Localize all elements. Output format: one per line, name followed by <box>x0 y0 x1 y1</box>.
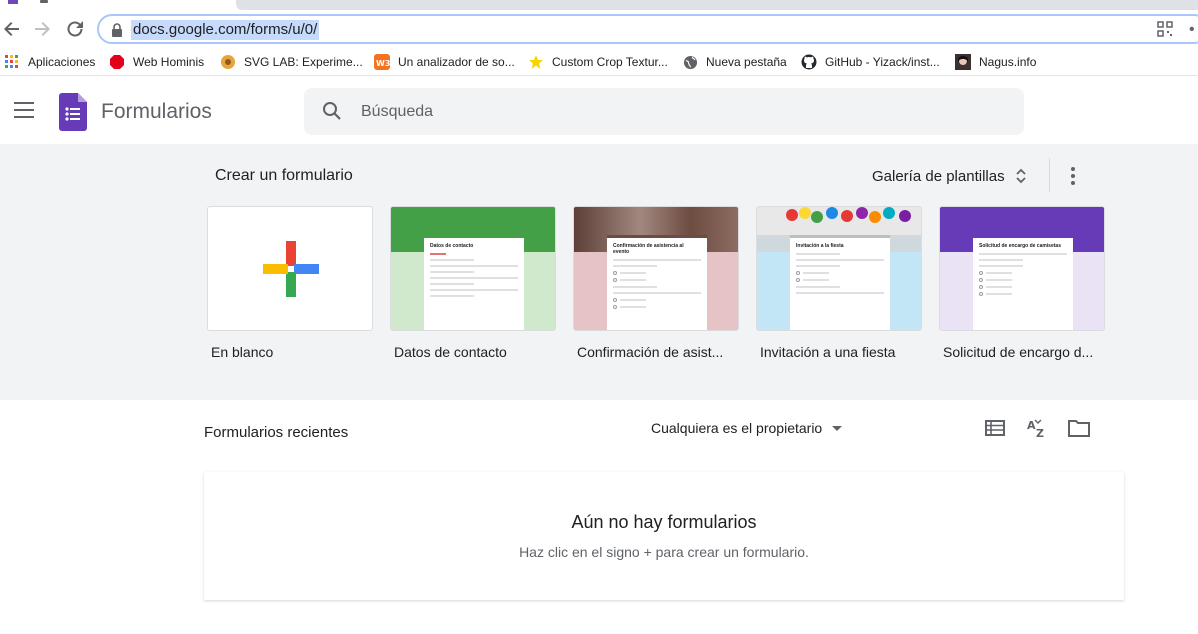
dropdown-caret-icon <box>832 425 843 431</box>
owner-filter-dropdown[interactable]: Cualquiera es el propietario <box>651 420 843 436</box>
bookmark-nueva-pestana[interactable]: Nueva pestaña <box>682 52 787 72</box>
template-solicitud-camisetas[interactable]: Solicitud de encargo de camisetas Solici… <box>939 206 1105 360</box>
inactive-tab-area[interactable] <box>236 0 1198 10</box>
expand-collapse-icon <box>1015 168 1026 184</box>
gallery-button-label: Galería de plantillas <box>872 167 1005 185</box>
qr-code-icon[interactable] <box>1157 21 1173 37</box>
svg-text:A: A <box>1027 419 1036 432</box>
owner-filter-label: Cualquiera es el propietario <box>651 420 823 436</box>
template-thumbnail[interactable]: Solicitud de encargo de camisetas <box>939 206 1105 331</box>
app-header: Formularios Búsqueda <box>0 80 1198 144</box>
back-button[interactable] <box>0 17 24 41</box>
bookmark-apps[interactable]: Aplicaciones <box>4 52 95 72</box>
forward-button[interactable] <box>30 17 54 41</box>
sunflower-icon <box>220 54 236 70</box>
tab-close-icon[interactable] <box>40 0 48 3</box>
empty-state-card: Aún no hay formularios Haz clic en el si… <box>204 472 1124 600</box>
bookmark-label: Aplicaciones <box>28 55 96 69</box>
recent-forms-title: Formularios recientes <box>204 424 349 441</box>
template-thumbnail[interactable]: Confirmación de asistencia al evento <box>573 206 739 331</box>
empty-state-subtitle: Haz clic en el signo + para crear un for… <box>519 544 809 560</box>
template-label: Datos de contacto <box>394 344 507 360</box>
star-yellow-icon <box>528 54 544 70</box>
apps-grid-icon <box>4 54 20 70</box>
bookmark-label: GitHub - Yizack/inst... <box>825 55 940 69</box>
forms-tab-favicon[interactable] <box>8 0 18 4</box>
gallery-divider <box>1049 158 1050 192</box>
svg-text:Z: Z <box>1036 427 1044 438</box>
main-menu-icon[interactable] <box>14 102 36 120</box>
forward-arrow-icon <box>35 22 50 36</box>
gallery-title: Crear un formulario <box>215 167 353 184</box>
bookmark-label: Un analizador de so... <box>398 55 515 69</box>
browser-menu-icon[interactable]: • <box>1189 21 1195 39</box>
sort-az-icon: AZ <box>1027 419 1044 438</box>
bookmark-svg-lab[interactable]: SVG LAB: Experime... <box>220 52 363 72</box>
bookmark-github[interactable]: GitHub - Yizack/inst... <box>801 52 940 72</box>
reload-icon <box>67 21 83 37</box>
globe-icon <box>682 54 698 70</box>
template-thumbnail[interactable] <box>207 206 373 331</box>
search-placeholder: Búsqueda <box>361 103 434 120</box>
template-gallery: Crear un formulario Galería de plantilla… <box>0 144 1198 400</box>
folder-icon <box>1068 420 1090 437</box>
list-view-button[interactable] <box>983 416 1007 440</box>
avatar-icon <box>955 54 971 70</box>
url-text[interactable]: docs.google.com/forms/u/0/ <box>131 20 320 40</box>
form-preview: Confirmación de asistencia al evento <box>607 235 707 330</box>
bookmark-label: Custom Crop Textur... <box>552 55 668 69</box>
bookmark-label: SVG LAB: Experime... <box>244 55 363 69</box>
template-gallery-button[interactable]: Galería de plantillas <box>872 167 1027 185</box>
svg-text:W3: W3 <box>376 59 390 68</box>
plus-icon <box>263 241 319 297</box>
w3-icon: W3 <box>374 54 390 70</box>
template-datos-contacto[interactable]: Datos de contacto Datos de contacto <box>390 206 556 360</box>
template-label: Solicitud de encargo d... <box>943 344 1094 360</box>
preview-title: Datos de contacto <box>430 243 474 249</box>
template-thumbnail[interactable]: Invitación a la fiesta <box>756 206 922 331</box>
more-options-icon[interactable] <box>1064 164 1082 188</box>
preview-title: Invitación a la fiesta <box>796 243 844 249</box>
github-icon <box>801 54 817 70</box>
form-preview: Datos de contacto <box>424 235 524 330</box>
template-invitacion-fiesta[interactable]: Invitación a la fiesta Invitación a una … <box>756 206 922 360</box>
search-input[interactable]: Búsqueda <box>304 88 1024 135</box>
template-label: Confirmación de asist... <box>577 344 724 360</box>
browser-toolbar: docs.google.com/forms/u/0/ • <box>0 10 1198 48</box>
bookmark-label: Nagus.info <box>979 55 1037 69</box>
sort-button[interactable]: AZ <box>1025 416 1049 440</box>
bookmarks-bar: Aplicaciones Web Hominis SVG LAB: Experi… <box>0 48 1198 76</box>
form-preview: Invitación a la fiesta <box>790 235 890 330</box>
bookmark-custom-crop[interactable]: Custom Crop Textur... <box>528 52 668 72</box>
template-label: En blanco <box>211 344 274 360</box>
red-octagon-icon <box>109 54 125 70</box>
template-label: Invitación a una fiesta <box>760 344 896 360</box>
search-icon[interactable] <box>322 101 342 121</box>
back-arrow-icon <box>4 22 19 36</box>
preview-title: Confirmación de asistencia al evento <box>613 243 684 255</box>
tab-strip <box>0 0 1198 10</box>
app-title[interactable]: Formularios <box>101 100 212 124</box>
bookmark-label: Nueva pestaña <box>706 55 787 69</box>
list-view-icon <box>985 420 1005 436</box>
preview-title: Solicitud de encargo de camisetas <box>979 243 1061 249</box>
open-file-picker-button[interactable] <box>1067 416 1091 440</box>
bookmark-nagus[interactable]: Nagus.info <box>955 52 1036 72</box>
lock-icon[interactable] <box>111 23 123 37</box>
template-thumbnail[interactable]: Datos de contacto <box>390 206 556 331</box>
bookmark-label: Web Hominis <box>133 55 205 69</box>
address-bar[interactable]: docs.google.com/forms/u/0/ • <box>97 14 1198 44</box>
empty-state-title: Aún no hay formularios <box>571 512 757 532</box>
bookmark-web-hominis[interactable]: Web Hominis <box>109 52 204 72</box>
reload-button[interactable] <box>63 17 87 41</box>
bookmark-analizador[interactable]: W3 Un analizador de so... <box>374 52 515 72</box>
template-blank[interactable]: En blanco <box>207 206 373 360</box>
form-preview: Solicitud de encargo de camisetas <box>973 235 1073 330</box>
forms-logo-icon[interactable] <box>59 93 87 131</box>
template-confirmacion-asistencia[interactable]: Confirmación de asistencia al evento Con… <box>573 206 739 360</box>
